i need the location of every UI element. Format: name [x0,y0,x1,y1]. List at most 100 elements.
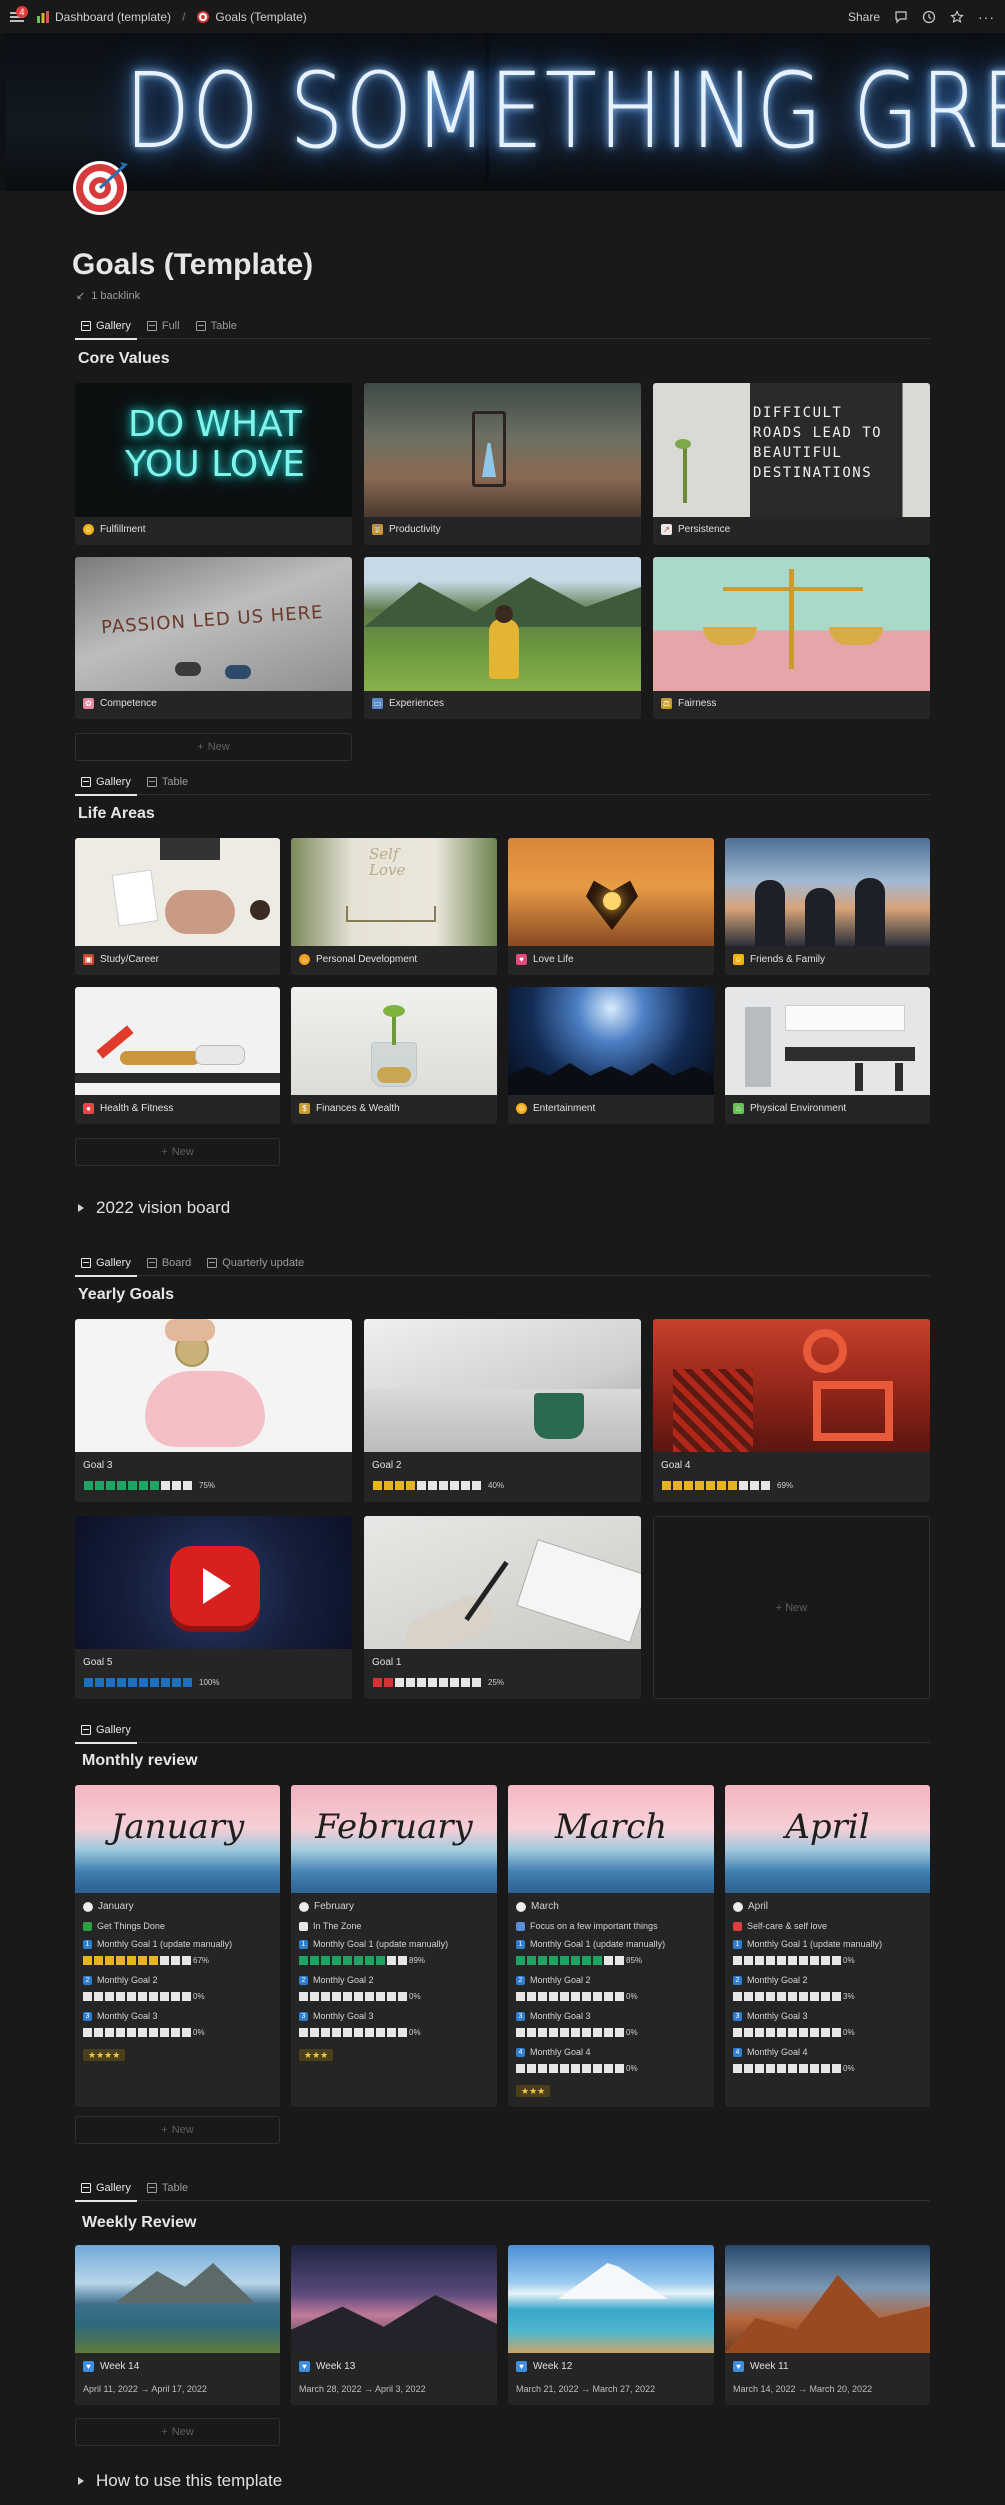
breadcrumb-goals[interactable]: Goals (Template) [215,10,306,24]
tab-gallery[interactable]: Gallery [75,2175,137,2202]
life-area-card[interactable]: ⌂ Physical Environment [725,987,930,1124]
monthly-review-card[interactable]: February February In The Zone 1 Monthly Goal… [291,1785,497,2107]
month-cover-image: February [291,1785,497,1893]
yearly-goals-new-card[interactable]: + New [653,1516,930,1699]
blue-heart-emoji-icon: ♥ [733,2361,744,2372]
progress-square [755,2064,764,2073]
weekly-review-card[interactable]: ♥ Week 14 April 11, 2022 → April 17, 2022 [75,2245,280,2405]
progress-square [810,1956,819,1965]
core-value-card[interactable]: ⌛ Productivity [364,383,641,545]
life-areas-new-button[interactable]: + New [75,1138,280,1166]
favorite-star-icon[interactable] [950,9,964,24]
progress-percent: 100% [199,1678,220,1687]
life-area-card[interactable]: ☺ Entertainment [508,987,714,1124]
progress-percent: 67% [193,1956,210,1965]
progress-square [821,1992,830,2001]
monthly-goal-label: 2 Monthly Goal 2 [733,1975,808,1985]
life-area-card[interactable]: ● Health & Fitness [75,987,280,1124]
progress-square [571,2064,580,2073]
weekly-review-card[interactable]: ♥ Week 12 March 21, 2022 → March 27, 2022 [508,2245,714,2405]
tab-gallery[interactable]: Gallery [75,769,137,796]
clock-icon [733,1901,743,1912]
weekly-review-new-button[interactable]: + New [75,2418,280,2446]
progress-square [116,1992,125,2001]
monthly-review-card[interactable]: March March Focus on a few important thing… [508,1785,714,2107]
monthly-goal-label: 2 Monthly Goal 2 [516,1975,591,1985]
table-icon [195,321,206,331]
how-to-use-toggle[interactable]: How to use this template [78,2471,282,2491]
core-value-card[interactable]: ⚖ Fairness [653,557,930,719]
tab-gallery[interactable]: Gallery [75,313,137,340]
core-value-card[interactable]: DIFFICULT ROADS LEAD TO BEAUTIFUL DESTIN… [653,383,930,545]
life-area-card[interactable]: ☺ Friends & Family [725,838,930,975]
core-value-card[interactable]: ▭ Experiences [364,557,641,719]
comment-icon[interactable] [894,10,908,24]
progress-square [615,2028,624,2037]
backlink-link[interactable]: ↙ 1 backlink [76,289,140,303]
progress-square [117,1678,126,1687]
yearly-goal-card[interactable]: Goal 3 75% [75,1319,352,1502]
progress-square [733,1956,742,1965]
tab-full[interactable]: Full [141,313,186,339]
tab-gallery[interactable]: Gallery [75,1250,137,1277]
progress-square [604,1992,613,2001]
core-value-card[interactable]: PASSION LED US HERE ✿ Competence [75,557,352,719]
gallery-icon [81,321,91,331]
life-area-card[interactable]: ♥ Love Life [508,838,714,975]
focus-icon [299,1921,308,1931]
more-options-icon[interactable]: ··· [978,9,995,25]
monthly-review-card[interactable]: January January Get Things Done 1 Monthly Go… [75,1785,280,2107]
yearly-goal-card[interactable]: Goal 2 40% [364,1319,641,1502]
progress-square [744,1956,753,1965]
progress-square [733,2064,742,2073]
monthly-review-view-tabs: Gallery [75,1717,930,1744]
vision-board-toggle[interactable]: 2022 vision board [78,1198,230,1218]
week-date-range: March 21, 2022 → March 27, 2022 [516,2384,656,2394]
monthly-goal-label: 1 Monthly Goal 1 (update manually) [83,1939,232,1949]
life-area-card[interactable]: $ Finances & Wealth [291,987,497,1124]
core-values-new-button[interactable]: + New [75,733,352,761]
yearly-goal-card[interactable]: Goal 4 69% [653,1319,930,1502]
weekly-review-card[interactable]: ♥ Week 11 March 14, 2022 → March 20, 2022 [725,2245,930,2405]
weekly-review-card[interactable]: ♥ Week 13 March 28, 2022 → April 3, 2022 [291,2245,497,2405]
progress-square [450,1481,459,1490]
top-bar: 4 Dashboard (template) / Goals (Template… [0,0,1005,33]
sidebar-menu-icon[interactable]: 4 [10,5,28,24]
core-value-card[interactable]: DO WHAT YOU LOVE ☺ Fulfillment [75,383,352,545]
monthly-review-card[interactable]: April April Self-care & self love 1 Monthly … [725,1785,930,2107]
progress-square [755,1956,764,1965]
target-page-icon[interactable] [70,156,132,218]
breadcrumb-dashboard[interactable]: Dashboard (template) [55,10,171,24]
progress-square [171,1992,180,2001]
progress-square [94,1956,103,1965]
tab-quarterly-update[interactable]: Quarterly update [201,1250,310,1276]
life-area-card[interactable]: Self Love ☼ Personal Development [291,838,497,975]
goal-progress-bar: 69% [662,1481,793,1490]
monthly-goal-label: 1 Monthly Goal 1 (update manually) [516,1939,665,1949]
progress-square [138,2028,147,2037]
cover-image[interactable]: DO SOMETHING GREAT [0,33,1005,191]
progress-square [343,1956,352,1965]
history-icon[interactable] [922,10,936,24]
yearly-goal-card[interactable]: Goal 5 100% [75,1516,352,1699]
progress-square [571,1956,580,1965]
progress-square [832,1992,841,2001]
progress-square [744,2028,753,2037]
progress-square [94,1992,103,2001]
tab-table[interactable]: Table [141,2175,194,2201]
plus-icon: + [161,2426,168,2438]
yearly-goal-card[interactable]: Goal 1 25% [364,1516,641,1699]
tab-board[interactable]: Board [141,1250,197,1276]
breadcrumb: Dashboard (template) / Goals (Template) [36,10,307,24]
share-button[interactable]: Share [848,10,880,24]
goal-progress-bar: 25% [373,1678,504,1687]
progress-square [593,1956,602,1965]
progress-square [183,1678,192,1687]
month-cover-image: March [508,1785,714,1893]
tab-gallery[interactable]: Gallery [75,1717,137,1744]
tab-table[interactable]: Table [141,769,194,795]
life-area-card[interactable]: ▣ Study/Career [75,838,280,975]
monthly-review-new-button[interactable]: + New [75,2116,280,2144]
progress-square [777,1956,786,1965]
tab-table[interactable]: Table [190,313,243,339]
